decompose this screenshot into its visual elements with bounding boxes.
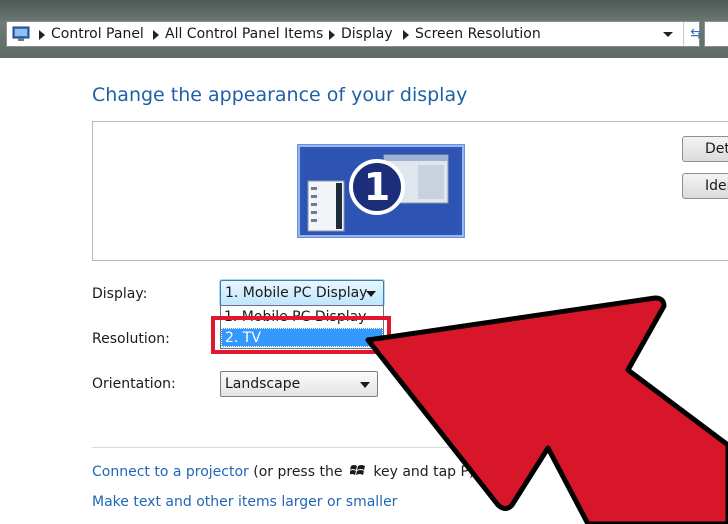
text-size-line: Make text and other items larger or smal… xyxy=(92,494,397,510)
chevron-down-icon xyxy=(366,291,376,297)
breadcrumb-display[interactable]: Display xyxy=(341,25,393,43)
chevron-down-icon xyxy=(360,382,370,388)
display-select[interactable]: 1. Mobile PC Display xyxy=(220,280,384,306)
orientation-label: Orientation: xyxy=(92,376,176,392)
control-panel-icon xyxy=(12,26,30,42)
monitor-number: 1 xyxy=(363,165,391,209)
projector-line: Connect to a projector (or press the key… xyxy=(92,464,474,482)
chevron-right-icon[interactable] xyxy=(329,30,335,40)
text-size-link[interactable]: Make text and other items larger or smal… xyxy=(92,494,397,510)
monitor-1-thumbnail[interactable]: 1 xyxy=(297,144,465,238)
address-bar[interactable]: Control Panel All Control Panel Items Di… xyxy=(6,21,702,47)
chevron-down-icon[interactable] xyxy=(663,32,673,37)
detect-button[interactable]: Detect xyxy=(682,136,728,162)
search-input[interactable] xyxy=(704,21,728,47)
chevron-right-icon[interactable] xyxy=(153,30,159,40)
breadcrumb-all-items[interactable]: All Control Panel Items xyxy=(165,25,323,43)
windows-logo-icon xyxy=(348,464,366,482)
connect-projector-link[interactable]: Connect to a projector xyxy=(92,464,249,480)
red-arrow-icon xyxy=(365,295,728,524)
divider xyxy=(92,447,728,448)
resolution-label: Resolution: xyxy=(92,331,170,347)
breadcrumb-screen-resolution[interactable]: Screen Resolution xyxy=(415,25,541,43)
chevron-right-icon xyxy=(39,30,45,40)
highlight-box xyxy=(211,316,391,354)
window-chrome: Control Panel All Control Panel Items Di… xyxy=(0,0,728,58)
chevron-right-icon[interactable] xyxy=(403,30,409,40)
breadcrumb-control-panel[interactable]: Control Panel xyxy=(51,25,144,43)
identify-button[interactable]: Identify xyxy=(682,173,728,199)
projector-hint-suffix: key and tap P) xyxy=(373,464,475,480)
display-label: Display: xyxy=(92,286,148,302)
page-title: Change the appearance of your display xyxy=(92,84,468,106)
orientation-select-value: Landscape xyxy=(225,376,301,392)
orientation-select[interactable]: Landscape xyxy=(220,371,378,397)
display-select-value: 1. Mobile PC Display xyxy=(225,285,368,301)
projector-hint-prefix: (or press the xyxy=(253,464,343,480)
